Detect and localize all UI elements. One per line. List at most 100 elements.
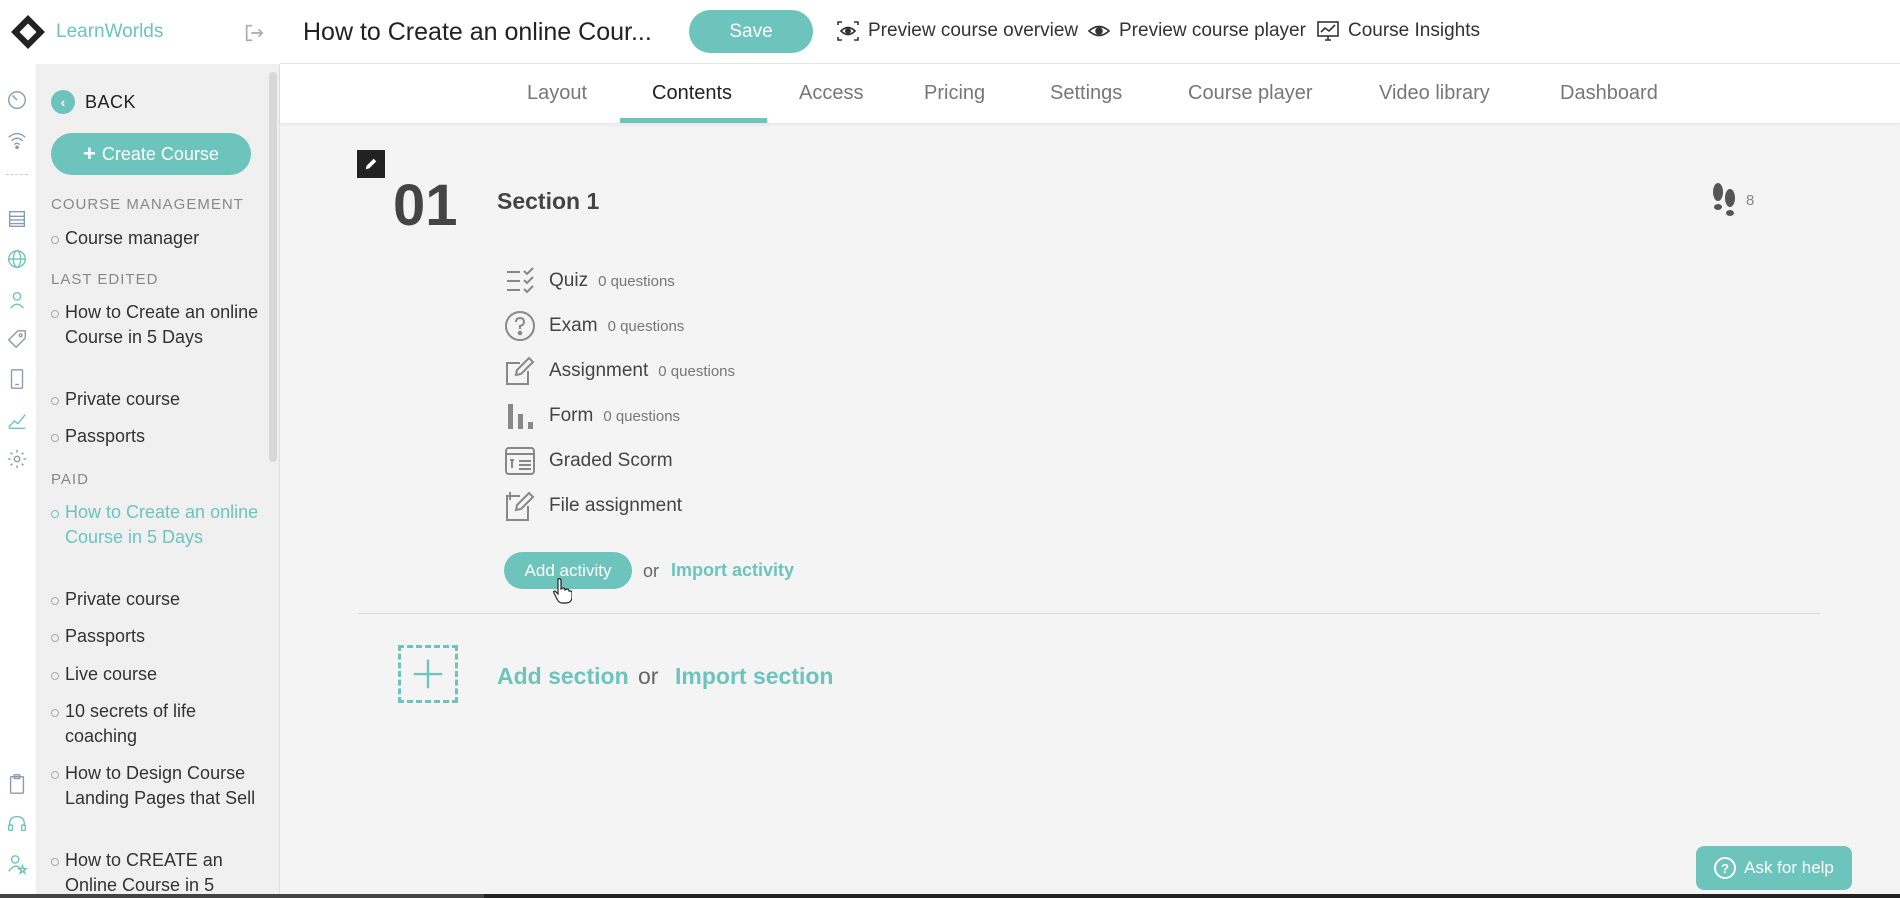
- activity-count: 0 questions: [603, 407, 681, 425]
- activity-exam[interactable]: Exam 0 questions: [503, 310, 684, 342]
- or-label: or: [643, 561, 660, 581]
- preview-course-overview-label: Preview course overview: [868, 20, 1079, 41]
- preview-course-player-link[interactable]: Preview course player: [1087, 20, 1306, 42]
- course-insights-link[interactable]: Course Insights: [1316, 20, 1480, 42]
- ask-for-help-button[interactable]: ? Ask for help: [1696, 846, 1852, 890]
- nav-group-title: LAST EDITED: [51, 271, 159, 288]
- plus-icon: +: [83, 141, 96, 166]
- section-steps: 8: [1708, 180, 1754, 220]
- back-label: BACK: [85, 91, 137, 112]
- sidebar-item-course[interactable]: Passports: [51, 624, 261, 649]
- bar-chart-icon: [503, 400, 537, 432]
- sidebar-item-course[interactable]: How to CREATE an Online Course in 5: [51, 848, 261, 898]
- plus-icon: [413, 659, 443, 689]
- tab-pricing[interactable]: Pricing: [924, 82, 985, 105]
- brand-logo[interactable]: LearnWorlds: [0, 0, 280, 64]
- activity-quiz[interactable]: Quiz 0 questions: [503, 265, 675, 297]
- add-section-link[interactable]: Add section: [497, 663, 629, 690]
- tab-access[interactable]: Access: [799, 82, 863, 105]
- user-star-icon[interactable]: [5, 852, 29, 876]
- sidebar-item-course[interactable]: 10 secrets of life coaching: [51, 699, 261, 749]
- brand-name: LearnWorlds: [56, 21, 164, 42]
- course-insights-label: Course Insights: [1348, 20, 1481, 41]
- active-tab-indicator: [620, 118, 767, 123]
- eye-frame-icon: [837, 21, 859, 41]
- scorm-icon: [503, 445, 537, 477]
- sidebar-item-course[interactable]: Passports: [51, 424, 261, 449]
- speedometer-icon[interactable]: [5, 88, 29, 112]
- nav-group-title: COURSE MANAGEMENT: [51, 196, 244, 213]
- tag-icon[interactable]: [5, 327, 29, 351]
- bottom-taskbar-segment: [0, 894, 484, 898]
- sidebar-item-course[interactable]: How to Create an online Course in 5 Days: [51, 300, 261, 350]
- section-title[interactable]: Section 1: [497, 188, 599, 215]
- course-tabs: Layout Contents Access Pricing Settings …: [280, 64, 1900, 123]
- icon-rail: [0, 0, 36, 898]
- footprints-icon: [1713, 183, 1735, 216]
- edit-section-button[interactable]: [357, 150, 385, 178]
- learnworlds-logo-icon: [10, 14, 46, 50]
- headset-icon[interactable]: [5, 812, 29, 836]
- sidebar: ‹ BACK + Create Course COURSE MANAGEMENT…: [36, 64, 280, 898]
- section-number: 01: [393, 173, 458, 238]
- activity-assignment[interactable]: Assignment 0 questions: [503, 355, 735, 387]
- pencil-square-icon: [503, 355, 537, 387]
- activity-name: File assignment: [549, 495, 683, 516]
- preview-course-overview-link[interactable]: Preview course overview: [836, 20, 1078, 42]
- back-button[interactable]: ‹ BACK: [51, 90, 136, 114]
- monitor-chart-icon: [1317, 21, 1339, 41]
- sidebar-item-course[interactable]: How to Design Course Landing Pages that …: [51, 761, 261, 811]
- activity-form[interactable]: Form 0 questions: [503, 400, 680, 432]
- hand-cursor-icon: [553, 578, 572, 604]
- quiz-list-icon: [503, 265, 537, 297]
- file-pencil-icon: [503, 490, 537, 522]
- activity-name: Graded Scorm: [549, 450, 673, 471]
- section-divider: [358, 613, 1820, 614]
- clipboard-icon[interactable]: [5, 772, 29, 796]
- activity-count: 0 questions: [658, 362, 736, 380]
- add-section-plus-button[interactable]: [398, 645, 458, 703]
- activity-file-assignment[interactable]: File assignment: [503, 490, 682, 522]
- activity-count: 0 questions: [598, 272, 675, 290]
- analytics-icon[interactable]: [5, 408, 29, 432]
- question-circle-icon: [503, 310, 537, 342]
- course-title: How to Create an online Cour...: [303, 18, 652, 46]
- chevron-left-icon: ‹: [51, 90, 75, 114]
- tab-settings[interactable]: Settings: [1050, 82, 1122, 105]
- user-icon[interactable]: [5, 288, 29, 312]
- activity-name: Assignment: [549, 360, 649, 381]
- top-header: How to Create an online Cour... Save Pre…: [280, 0, 1900, 64]
- tab-video-library[interactable]: Video library: [1379, 82, 1490, 105]
- pencil-icon: [365, 158, 377, 170]
- create-course-button[interactable]: + Create Course: [51, 133, 251, 175]
- tab-contents[interactable]: Contents: [652, 82, 732, 105]
- import-activity-link[interactable]: Import activity: [671, 560, 794, 581]
- sidebar-item-course[interactable]: Private course: [51, 587, 261, 612]
- sidebar-scrollbar[interactable]: [269, 72, 277, 462]
- create-course-label: Create Course: [101, 143, 219, 164]
- sidebar-item-course[interactable]: Private course: [51, 387, 261, 412]
- nav-group-title: PAID: [51, 471, 89, 488]
- eye-icon: [1087, 25, 1111, 37]
- activity-name: Quiz: [549, 270, 589, 291]
- mobile-icon[interactable]: [5, 367, 29, 391]
- pages-icon[interactable]: [5, 207, 29, 231]
- logout-icon[interactable]: [243, 22, 265, 44]
- tab-layout[interactable]: Layout: [527, 82, 587, 105]
- save-button[interactable]: Save: [689, 10, 813, 53]
- wifi-icon[interactable]: [5, 128, 29, 152]
- ask-for-help-label: Ask for help: [1744, 858, 1834, 877]
- tab-dashboard[interactable]: Dashboard: [1560, 82, 1658, 105]
- activity-name: Form: [549, 405, 594, 426]
- import-section-link[interactable]: Import section: [675, 663, 833, 690]
- tab-course-player[interactable]: Course player: [1188, 82, 1313, 105]
- preview-course-player-label: Preview course player: [1119, 20, 1306, 41]
- activity-count: 0 questions: [607, 317, 685, 335]
- sidebar-item-course-manager[interactable]: Course manager: [51, 226, 261, 251]
- activity-graded-scorm[interactable]: Graded Scorm: [503, 445, 673, 477]
- sidebar-item-course-active[interactable]: How to Create an online Course in 5 Days: [51, 500, 261, 550]
- sidebar-item-course[interactable]: Live course: [51, 662, 261, 687]
- globe-icon[interactable]: [5, 247, 29, 271]
- steps-count: 8: [1746, 191, 1755, 209]
- gear-icon[interactable]: [5, 447, 29, 471]
